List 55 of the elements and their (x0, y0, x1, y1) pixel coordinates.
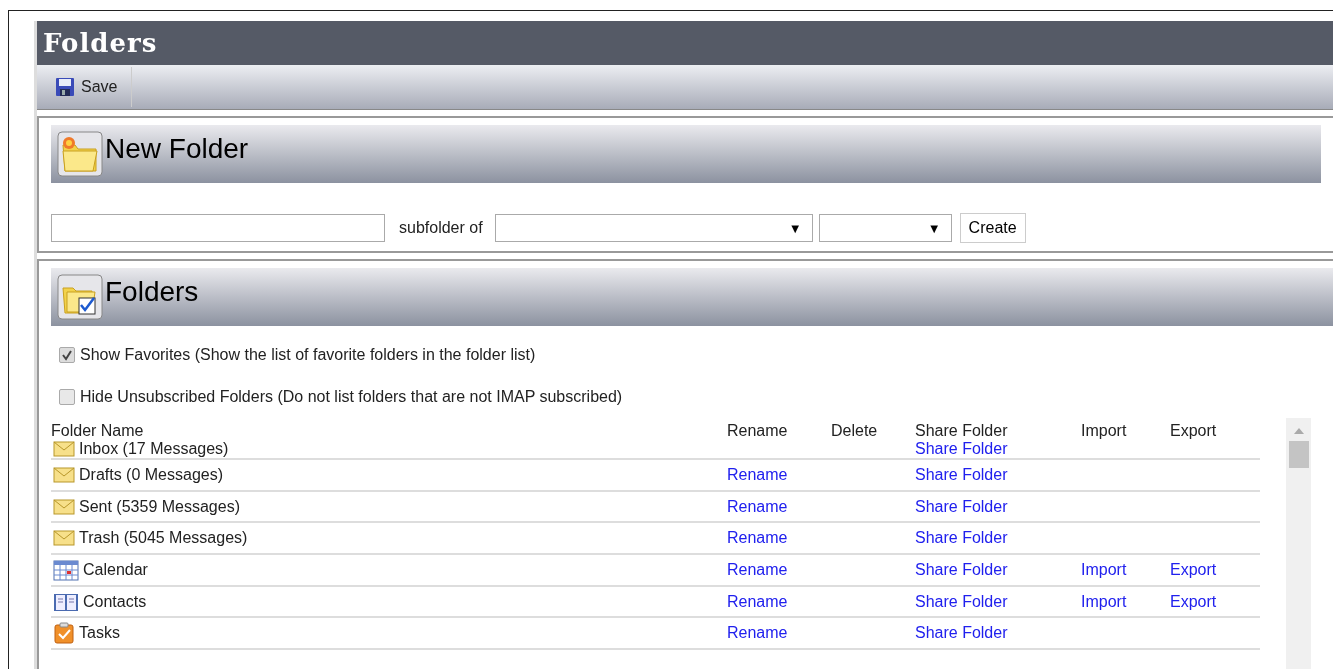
page-title: Folders (43, 28, 158, 58)
envelope-icon (53, 441, 75, 457)
scroll-up-icon[interactable] (1293, 428, 1304, 434)
calendar-icon (53, 558, 79, 581)
rename-link[interactable]: Rename (727, 592, 788, 610)
column-header: Rename (727, 422, 789, 440)
save-button[interactable]: Save (37, 67, 133, 107)
folder-name: Trash (5045 Messages) (79, 529, 248, 548)
share-folder-link[interactable]: Share Folder (915, 529, 1008, 547)
share-folder-link[interactable]: Share Folder (915, 465, 1008, 483)
import-link[interactable]: Import (1081, 592, 1127, 610)
column-header: Export (1170, 422, 1218, 440)
folder-name: Calendar (83, 560, 148, 579)
import-link[interactable]: Import (1081, 560, 1127, 578)
rename-link[interactable]: Rename (727, 560, 788, 578)
share-folder-link[interactable]: Share Folder (915, 497, 1008, 515)
scrollbar[interactable] (1286, 418, 1311, 669)
folder-name-field[interactable] (51, 214, 385, 242)
column-header: Delete (831, 422, 879, 440)
folder-name: Drafts (0 Messages) (79, 465, 224, 484)
envelope-icon (53, 466, 75, 483)
rename-link[interactable]: Rename (727, 529, 788, 547)
share-folder-link[interactable]: Share Folder (915, 592, 1008, 610)
clipboard-icon (53, 622, 75, 645)
folder-name: Sent (5359 Messages) (79, 497, 240, 516)
envelope-icon (53, 530, 75, 547)
export-link[interactable]: Export (1170, 592, 1217, 610)
rename-link[interactable]: Rename (727, 465, 788, 483)
folder-name: Inbox (17 Messages) (79, 440, 229, 458)
share-folder-link[interactable]: Share Folder (915, 560, 1008, 578)
option-label: Show Favorites (Show the list of favorite folders in the folder list) (80, 346, 536, 364)
checkbox[interactable] (59, 389, 75, 405)
folder-name: Contacts (83, 592, 147, 611)
subfolder-label: subfolder of (399, 219, 483, 237)
column-header: Share Folder (915, 422, 1009, 440)
rename-link[interactable]: Rename (727, 497, 788, 515)
checkbox[interactable] (59, 347, 75, 363)
scroll-thumb[interactable] (1288, 441, 1309, 468)
export-link[interactable]: Export (1170, 560, 1217, 578)
envelope-icon (53, 498, 75, 515)
share-folder-link[interactable]: Share Folder (915, 440, 1008, 457)
new-folder-icon (57, 131, 103, 177)
folder-name: Tasks (79, 624, 120, 643)
folder-type-dropdown[interactable]: ▼ (818, 214, 952, 242)
section-title: New Folder (105, 133, 249, 165)
parent-folder-dropdown[interactable]: ▼ (494, 214, 813, 242)
book-icon (53, 591, 79, 612)
folders-check-icon (57, 274, 103, 320)
create-button[interactable]: Create (959, 213, 1026, 243)
column-header: Folder Name (51, 422, 145, 440)
column-header: Import (1081, 422, 1128, 440)
rename-link[interactable]: Rename (727, 624, 788, 642)
share-folder-link[interactable]: Share Folder (915, 624, 1008, 642)
option-label: Hide Unsubscribed Folders (Do not list folders that are not IMAP subscribed) (80, 388, 623, 406)
section-title: Folders (105, 276, 199, 308)
